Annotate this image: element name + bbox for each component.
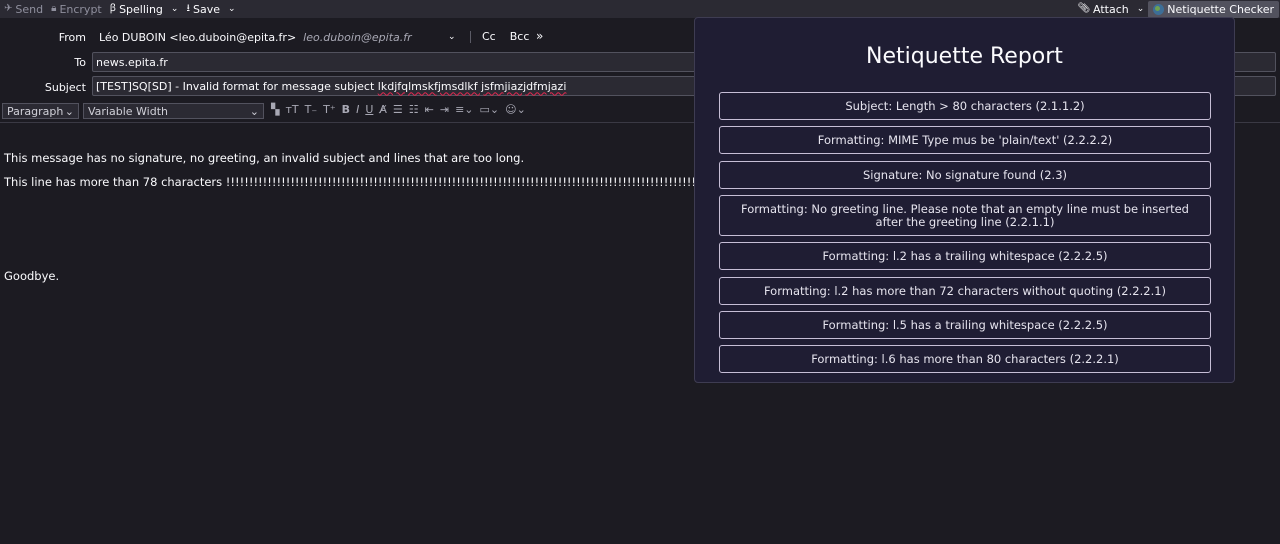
download-icon: ⭳ [186, 3, 190, 14]
more-recipients-icon[interactable]: » [536, 29, 543, 43]
subject-misspelled: lkdjfqlmskfjmsdlkf jsfmjiazjdfmjazi [377, 79, 567, 93]
body-line: This line has more than 78 characters !!… [4, 175, 720, 189]
text-color-icon[interactable]: ▚ [268, 103, 282, 116]
spelling-label: Spelling [119, 2, 163, 16]
bold-icon[interactable]: B [339, 103, 353, 116]
netiquette-report-panel: Netiquette Report Subject: Length > 80 c… [694, 17, 1235, 383]
underline-icon[interactable]: U [362, 103, 376, 116]
compose-toolbar: ✈ Send 🔒︎ Encrypt ꞵ Spelling ⌄ ⭳ Save ⌄ … [0, 0, 1280, 18]
text-larger-icon[interactable]: T⁺ [320, 103, 339, 116]
report-item[interactable]: Formatting: No greeting line. Please not… [719, 195, 1211, 236]
chevron-down-icon: ⌄ [249, 104, 259, 118]
align-icon[interactable]: ≡⌄ [452, 103, 476, 116]
from-email: leo.duboin@epita.fr [303, 30, 412, 44]
report-item[interactable]: Formatting: l.5 has a trailing whitespac… [719, 311, 1211, 339]
font-select[interactable]: Variable Width ⌄ [83, 103, 264, 119]
netiquette-label: Netiquette Checker [1167, 2, 1274, 16]
text-smaller-icon[interactable]: T₋ [302, 103, 321, 116]
body-line: This message has no signature, no greeti… [4, 151, 525, 165]
report-title: Netiquette Report [866, 44, 1063, 69]
font-size-smaller-icon[interactable]: ᴛT [282, 103, 301, 116]
paragraph-value: Paragraph [7, 104, 64, 118]
report-item[interactable]: Signature: No signature found (2.3) [719, 161, 1211, 189]
paperclip-icon: 📎︎ [1077, 3, 1091, 14]
from-dropdown-icon[interactable]: ⌄ [448, 32, 456, 42]
encrypt-button[interactable]: 🔒︎ Encrypt [47, 0, 106, 18]
lock-icon: 🔒︎ [51, 3, 57, 14]
numbered-list-icon[interactable]: ☷ [406, 103, 422, 116]
from-identity[interactable]: Léo DUBOIN <leo.duboin@epita.fr> [99, 31, 296, 44]
report-item[interactable]: Formatting: l.6 has more than 80 charact… [719, 345, 1211, 373]
chevron-down-icon: ⌄ [64, 104, 74, 118]
divider [470, 31, 471, 43]
indent-icon[interactable]: ⇥ [437, 103, 452, 116]
report-item[interactable]: Formatting: l.2 has more than 72 charact… [719, 277, 1211, 305]
paragraph-select[interactable]: Paragraph ⌄ [2, 103, 79, 119]
to-value: news.epita.fr [96, 55, 168, 69]
attach-label: Attach [1093, 2, 1129, 16]
spelling-dropdown-icon[interactable]: ⌄ [167, 4, 183, 14]
spellcheck-icon: ꞵ [109, 3, 117, 14]
save-dropdown-icon[interactable]: ⌄ [224, 4, 240, 14]
save-button[interactable]: ⭳ Save [182, 0, 224, 18]
globe-icon [1153, 3, 1165, 15]
from-label: From [58, 30, 86, 44]
report-item[interactable]: Subject: Length > 80 characters (2.1.1.2… [719, 92, 1211, 120]
attach-dropdown-icon[interactable]: ⌄ [1133, 4, 1149, 14]
bcc-button[interactable]: Bcc [510, 30, 530, 43]
subject-text: [TEST]SQ[SD] - Invalid format for messag… [96, 79, 378, 93]
spelling-button[interactable]: ꞵ Spelling [106, 0, 167, 18]
subject-label: Subject [44, 80, 86, 94]
send-label: Send [15, 2, 44, 16]
send-icon: ✈ [4, 3, 13, 14]
italic-icon[interactable]: I [353, 103, 362, 116]
insert-icon[interactable]: ▭⌄ [477, 103, 503, 116]
encrypt-label: Encrypt [59, 2, 102, 16]
cc-button[interactable]: Cc [482, 30, 496, 43]
netiquette-checker-button[interactable]: Netiquette Checker [1148, 0, 1279, 18]
bullet-list-icon[interactable]: ☰ [390, 103, 406, 116]
report-item[interactable]: Formatting: MIME Type mus be 'plain/text… [719, 126, 1211, 154]
emoji-icon[interactable]: ☺⌄ [502, 103, 529, 116]
report-item[interactable]: Formatting: l.2 has a trailing whitespac… [719, 242, 1211, 270]
remove-style-icon[interactable]: A̸ [376, 103, 390, 116]
font-value: Variable Width [88, 104, 168, 118]
send-button[interactable]: ✈ Send [0, 0, 47, 18]
attach-button[interactable]: 📎︎ Attach [1073, 0, 1132, 18]
body-line: Goodbye. [4, 269, 60, 283]
outdent-icon[interactable]: ⇤ [422, 103, 437, 116]
to-label: To [74, 55, 86, 69]
save-label: Save [192, 2, 220, 16]
